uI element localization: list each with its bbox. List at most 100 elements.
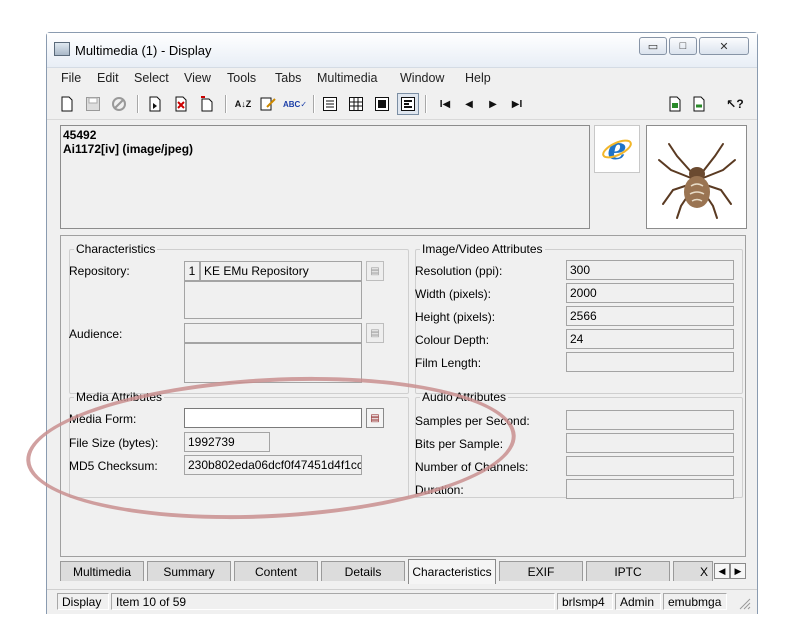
height-field[interactable]: 2566: [566, 306, 734, 326]
file-size-label: File Size (bytes):: [69, 436, 159, 450]
next-record-icon[interactable]: ▶: [483, 94, 503, 114]
attach-icon[interactable]: [665, 94, 685, 114]
lookup-icon: ▤: [370, 327, 380, 339]
width-field[interactable]: 2000: [566, 283, 734, 303]
md5-checksum-field[interactable]: 230b802eda06dcf0f47451d4f1cc: [184, 455, 362, 475]
media-attributes-legend: Media Attributes: [76, 390, 163, 404]
bits-per-sample-field[interactable]: [566, 433, 734, 453]
tab-multimedia[interactable]: Multimedia: [60, 561, 144, 581]
tab-exif[interactable]: EXIF: [499, 561, 583, 581]
audience-lookup-button[interactable]: ▤: [366, 323, 384, 343]
resolution-label: Resolution (ppi):: [415, 264, 503, 278]
repository-lookup-button[interactable]: ▤: [366, 261, 384, 281]
menu-edit[interactable]: Edit: [97, 71, 119, 85]
repository-field[interactable]: KE EMu Repository: [200, 261, 362, 281]
menu-file[interactable]: File: [61, 71, 81, 85]
page-view-icon[interactable]: [372, 94, 392, 114]
table-view-icon[interactable]: [346, 94, 366, 114]
record-summary-panel: 45492 Ai1172[iv] (image/jpeg): [60, 125, 590, 229]
status-bar: Display Item 10 of 59 brlsmp4 Admin emub…: [47, 589, 757, 614]
last-record-icon[interactable]: ▶I: [507, 94, 527, 114]
close-icon: ✕: [719, 40, 729, 53]
svg-text:e: e: [607, 132, 626, 166]
repository-list-area[interactable]: [184, 281, 362, 319]
close-button[interactable]: ✕: [699, 37, 749, 55]
repository-label: Repository:: [69, 264, 130, 278]
minimize-button[interactable]: ▭: [639, 37, 667, 55]
image-video-legend: Image/Video Attributes: [422, 242, 543, 256]
width-label: Width (pixels):: [415, 287, 492, 301]
edit-icon[interactable]: [258, 94, 278, 114]
resize-grip-icon[interactable]: [737, 596, 751, 610]
cancel-icon[interactable]: [109, 94, 129, 114]
colour-depth-label: Colour Depth:: [415, 333, 490, 347]
tab-strip: Multimedia Summary Content Details Chara…: [60, 559, 746, 585]
help-icon[interactable]: ↖?: [723, 94, 747, 114]
first-record-icon[interactable]: I◀: [435, 94, 455, 114]
chevron-right-icon: ▶: [734, 565, 742, 576]
menu-multimedia[interactable]: Multimedia: [317, 71, 377, 85]
tab-scroll-left-button[interactable]: ◀: [714, 563, 730, 579]
previous-record-icon[interactable]: ◀: [459, 94, 479, 114]
status-host: brlsmp4: [557, 593, 613, 610]
menu-help[interactable]: Help: [465, 71, 491, 85]
image-thumbnail[interactable]: [646, 125, 747, 229]
samples-per-second-label: Samples per Second:: [415, 414, 530, 428]
audience-label: Audience:: [69, 327, 123, 341]
samples-per-second-field[interactable]: [566, 410, 734, 430]
save-icon[interactable]: [83, 94, 103, 114]
search-icon[interactable]: [145, 94, 165, 114]
tab-iptc[interactable]: IPTC: [586, 561, 670, 581]
tab-content[interactable]: Content: [234, 561, 318, 581]
status-item-count: Item 10 of 59: [111, 593, 555, 610]
status-database: emubmga: [663, 593, 727, 610]
menu-select[interactable]: Select: [134, 71, 169, 85]
main-window: Multimedia (1) - Display ▭ □ ✕ File Edit…: [46, 32, 758, 614]
record-irn: 45492: [63, 128, 97, 142]
characteristics-legend: Characteristics: [76, 242, 156, 256]
menu-tabs[interactable]: Tabs: [275, 71, 301, 85]
detail-view-icon[interactable]: [397, 93, 419, 115]
menu-tools[interactable]: Tools: [227, 71, 256, 85]
resolution-field[interactable]: 300: [566, 260, 734, 280]
number-of-channels-label: Number of Channels:: [415, 460, 529, 474]
tab-xmp[interactable]: X: [673, 561, 713, 581]
audio-attributes-legend: Audio Attributes: [422, 390, 507, 404]
copy-icon[interactable]: [197, 94, 217, 114]
tab-characteristics[interactable]: Characteristics: [408, 559, 496, 584]
bits-per-sample-label: Bits per Sample:: [415, 437, 504, 451]
maximize-button[interactable]: □: [669, 37, 697, 55]
media-form-label: Media Form:: [69, 412, 137, 426]
minimize-icon: ▭: [647, 40, 659, 53]
spellcheck-icon[interactable]: ABC✓: [283, 94, 307, 114]
title-bar[interactable]: Multimedia (1) - Display ▭ □ ✕: [47, 33, 757, 68]
menu-view[interactable]: View: [184, 71, 211, 85]
delete-icon[interactable]: [171, 94, 191, 114]
audience-field[interactable]: [184, 323, 362, 343]
new-record-icon[interactable]: [57, 94, 77, 114]
file-size-field[interactable]: 1992739: [184, 432, 270, 452]
menu-bar: File Edit Select View Tools Tabs Multime…: [47, 68, 757, 88]
status-mode: Display: [57, 593, 109, 610]
md5-checksum-label: MD5 Checksum:: [69, 459, 158, 473]
media-form-lookup-button[interactable]: ▤: [366, 408, 384, 428]
duration-field[interactable]: [566, 479, 734, 499]
app-icon: [54, 42, 70, 56]
status-user: Admin: [615, 593, 661, 610]
menu-window[interactable]: Window: [400, 71, 444, 85]
export-icon[interactable]: [689, 94, 709, 114]
tab-details[interactable]: Details: [321, 561, 405, 581]
number-of-channels-field[interactable]: [566, 456, 734, 476]
tab-scroll-right-button[interactable]: ▶: [730, 563, 746, 579]
audience-list-area[interactable]: [184, 343, 362, 383]
sort-icon[interactable]: A↓Z: [232, 94, 254, 114]
repository-index: 1: [184, 261, 200, 281]
film-length-label: Film Length:: [415, 356, 482, 370]
tab-summary[interactable]: Summary: [147, 561, 231, 581]
browser-icon[interactable]: e: [594, 125, 640, 173]
colour-depth-field[interactable]: 24: [566, 329, 734, 349]
window-title: Multimedia (1) - Display: [75, 43, 212, 58]
media-form-field[interactable]: [184, 408, 362, 428]
film-length-field[interactable]: [566, 352, 734, 372]
list-view-icon[interactable]: [320, 94, 340, 114]
